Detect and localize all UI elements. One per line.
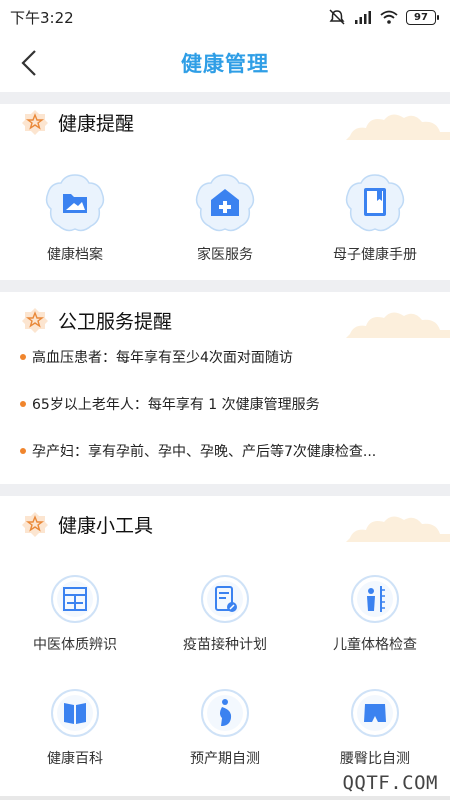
child-exam-entry[interactable]: 儿童体格检查	[300, 574, 450, 654]
notice-item[interactable]: 高血压患者：每年享有至少4次面对面随访	[20, 346, 440, 368]
cell-label: 疫苗接种计划	[183, 637, 267, 653]
section-title: 健康小工具	[58, 514, 154, 537]
vaccine-plan-entry[interactable]: 疫苗接种计划	[150, 574, 300, 654]
status-bar: 下午3:22 97	[0, 0, 450, 34]
waist-hip-entry[interactable]: 腰臀比自测	[300, 688, 450, 768]
notice-item[interactable]: 65岁以上老年人：每年享有 1 次健康管理服务	[20, 393, 440, 415]
bullet-dot	[20, 401, 26, 407]
notice-text: 65岁以上老年人：每年享有 1 次健康管理服务	[32, 397, 320, 413]
notice-text: 高血压患者：每年享有至少4次面对面随访	[32, 350, 293, 366]
section-header-public-health: 公卫服务提醒	[0, 298, 450, 342]
cell-label: 腰臀比自测	[340, 751, 410, 767]
cell-label: 家医服务	[197, 247, 253, 263]
section-header-reminders: 健康提醒	[0, 100, 450, 144]
watermark: QQTF.COM	[342, 772, 438, 794]
section-title: 健康提醒	[58, 112, 135, 135]
back-button[interactable]	[16, 46, 42, 80]
bullet-dot	[20, 354, 26, 360]
cell-label: 预产期自测	[190, 751, 260, 767]
bullet-dot	[20, 448, 26, 454]
status-icons: 97	[328, 9, 439, 25]
wifi-icon	[380, 10, 398, 24]
cell-label: 儿童体格检查	[333, 637, 417, 653]
tcm-constitution-entry[interactable]: 中医体质辨识	[0, 574, 150, 654]
home-plus-icon	[195, 174, 255, 232]
section-header-tools: 健康小工具	[0, 502, 450, 546]
bottom-divider	[0, 796, 450, 800]
encyclopedia-icon	[51, 689, 99, 737]
section-divider	[0, 484, 450, 496]
cell-label: 母子健康手册	[333, 247, 417, 263]
due-date-entry[interactable]: 预产期自测	[150, 688, 300, 768]
cell-label: 健康百科	[47, 751, 103, 767]
health-encyclopedia-entry[interactable]: 健康百科	[0, 688, 150, 768]
handbook-icon	[345, 174, 405, 232]
status-time: 下午3:22	[10, 8, 74, 27]
maternal-handbook-entry[interactable]: 母子健康手册	[300, 172, 450, 264]
badge-icon	[22, 110, 48, 135]
tools-grid-row2: 健康百科 预产期自测 腰臀比自测	[0, 688, 450, 768]
cell-label: 健康档案	[47, 247, 103, 263]
vaccine-plan-icon	[201, 575, 249, 623]
notice-text: 孕产妇：享有孕前、孕中、孕晚、产后等7次健康检查...	[32, 444, 377, 460]
cell-label: 中医体质辨识	[33, 637, 117, 653]
battery-indicator: 97	[406, 9, 439, 25]
health-record-entry[interactable]: 健康档案	[0, 172, 150, 264]
tcm-icon	[51, 575, 99, 623]
folder-icon	[45, 174, 105, 232]
section-divider	[0, 280, 450, 292]
family-doctor-entry[interactable]: 家医服务	[150, 172, 300, 264]
chevron-left-icon	[21, 50, 36, 76]
section-title: 公卫服务提醒	[58, 310, 173, 333]
page-title: 健康管理	[181, 52, 269, 76]
badge-icon	[22, 512, 48, 537]
tools-grid-row1: 中医体质辨识 疫苗接种计划 儿童体格检查	[0, 574, 450, 654]
cloud-decoration	[346, 114, 450, 140]
cloud-decoration	[346, 516, 450, 542]
reminders-grid: 健康档案 家医服务 母子健康手册	[0, 172, 450, 264]
cloud-decoration	[346, 312, 450, 338]
waist-hip-icon	[351, 689, 399, 737]
child-height-icon	[351, 575, 399, 623]
signal-icon	[355, 11, 371, 24]
mute-icon	[329, 9, 345, 25]
notice-item[interactable]: 孕产妇：享有孕前、孕中、孕晚、产后等7次健康检查...	[20, 440, 440, 462]
pregnancy-icon	[201, 689, 249, 737]
nav-bar: 健康管理	[0, 34, 450, 92]
badge-icon	[22, 308, 48, 333]
